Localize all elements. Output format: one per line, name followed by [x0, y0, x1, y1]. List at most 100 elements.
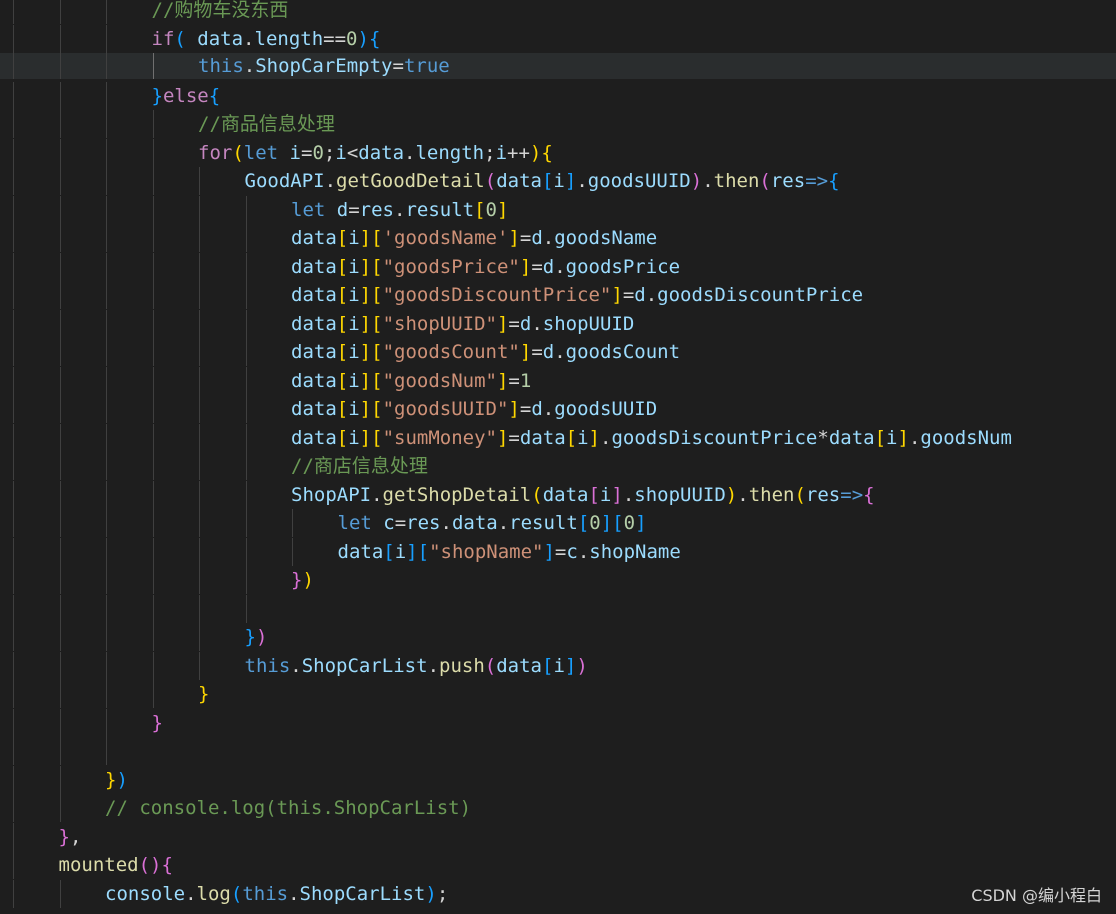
code-line[interactable]: data[i]["goodsCount"]=d.goodsCount	[0, 338, 1116, 366]
code-line[interactable]: data[i]["shopName"]=c.shopName	[0, 537, 1116, 566]
code-line[interactable]: ShopAPI.getShopDetail(data[i].shopUUID).…	[0, 480, 1116, 509]
code-line[interactable]: data[i]["sumMoney"]=data[i].goodsDiscoun…	[0, 423, 1116, 452]
indent-guide	[59, 452, 61, 480]
indent-guide	[199, 566, 200, 594]
indent-guide	[152, 224, 154, 252]
indent-guide	[152, 623, 154, 651]
code-token: i	[348, 227, 360, 249]
code-token: i	[348, 255, 360, 278]
code-token: =>	[840, 483, 864, 506]
indent-guide	[106, 24, 107, 53]
code-token: data	[291, 369, 337, 392]
code-token: }	[244, 626, 256, 648]
code-line[interactable]	[0, 737, 1116, 765]
code-token: ShopCarEmpty	[255, 55, 393, 77]
code-line-text: },	[59, 823, 82, 851]
indent-guide	[59, 281, 61, 309]
indent-guide	[245, 366, 247, 395]
indent-guide	[13, 81, 14, 110]
indent-guide	[13, 680, 14, 708]
code-line-text: let d=res.result[0]	[291, 196, 508, 224]
code-line[interactable]: })	[0, 566, 1116, 594]
code-token: (	[484, 654, 497, 677]
code-token: d	[519, 312, 532, 335]
code-line[interactable]: data[i]['goodsName']=d.goodsName	[0, 224, 1116, 252]
code-token: res	[805, 483, 841, 506]
code-token: )	[725, 483, 738, 506]
code-line[interactable]: }else{	[0, 81, 1116, 110]
code-line[interactable]: console.log(this.ShopCarList);	[0, 879, 1116, 908]
code-line[interactable]: })	[0, 623, 1116, 651]
code-token: [	[541, 170, 554, 192]
code-line-text: }	[152, 709, 163, 737]
indent-guide	[199, 252, 200, 281]
code-line[interactable]: let c=res.data.result[0][0]	[0, 509, 1116, 537]
code-editor[interactable]: //购物车没东西 if( data.length==0){this.ShopCar…	[0, 0, 1116, 914]
code-token: then	[713, 170, 760, 192]
indent-guide	[13, 110, 14, 138]
code-line[interactable]: GoodAPI.getGoodDetail(data[i].goodsUUID)…	[0, 167, 1116, 195]
code-line[interactable]: //商店信息处理	[0, 452, 1116, 480]
code-token: (	[759, 170, 771, 192]
code-token: i	[577, 426, 589, 449]
code-line[interactable]: }	[0, 708, 1116, 737]
code-token: //购物车没东西	[151, 0, 289, 21]
indent-guide	[59, 423, 61, 452]
indent-guide	[13, 737, 14, 765]
code-token: GoodAPI	[244, 170, 325, 192]
code-token: goodsNum	[920, 426, 1012, 449]
code-token: ]	[611, 483, 623, 506]
code-line[interactable]: })	[0, 765, 1116, 794]
code-line[interactable]: data[i]["goodsPrice"]=d.goodsPrice	[0, 252, 1116, 281]
code-token: i	[348, 341, 360, 363]
code-token: ]	[359, 341, 372, 363]
code-line[interactable]: data[i]["shopUUID"]=d.shopUUID	[0, 309, 1116, 338]
indent-guide	[245, 537, 247, 566]
code-line[interactable]: }	[0, 680, 1116, 708]
code-line[interactable]	[0, 594, 1116, 623]
code-token: ;	[436, 882, 449, 905]
indent-guide	[152, 423, 154, 452]
indent-guide	[59, 53, 61, 79]
code-token: goodsName	[554, 227, 658, 249]
code-line[interactable]: for(let i=0;i<data.length;i++){	[0, 138, 1116, 167]
code-line-text: console.log(this.ShopCarList);	[105, 880, 448, 908]
code-token: goodsUUID	[554, 398, 658, 420]
indent-guide	[152, 338, 154, 366]
code-token: i	[394, 540, 407, 563]
code-line[interactable]: },	[0, 822, 1116, 851]
code-line[interactable]: data[i]["goodsNum"]=1	[0, 366, 1116, 395]
code-token: .	[371, 483, 383, 506]
indent-guide	[199, 281, 200, 309]
indent-guide	[152, 53, 154, 79]
code-line[interactable]: let d=res.result[0]	[0, 195, 1116, 224]
code-line[interactable]: this.ShopCarEmpty=true	[0, 53, 1116, 79]
code-line[interactable]: if( data.length==0){	[0, 24, 1116, 53]
code-token: i	[553, 170, 565, 192]
code-line[interactable]: mounted(){	[0, 851, 1116, 879]
code-line[interactable]: this.ShopCarList.push(data[i])	[0, 651, 1116, 680]
code-line[interactable]: data[i]["goodsDiscountPrice"]=d.goodsDis…	[0, 281, 1116, 309]
code-token: ShopAPI	[291, 483, 372, 506]
code-token: data	[542, 483, 589, 506]
code-line-text: //商店信息处理	[291, 452, 428, 480]
code-line-text: data[i]["goodsDiscountPrice"]=d.goodsDis…	[291, 281, 863, 309]
code-token: ]	[564, 654, 577, 677]
indent-guide	[106, 594, 107, 623]
indent-guide	[59, 566, 61, 594]
code-token: =	[348, 198, 360, 221]
code-token: )	[576, 654, 588, 677]
code-token: data	[496, 170, 542, 192]
code-token: [	[383, 540, 395, 563]
code-token: .	[645, 284, 658, 306]
indent-guide	[59, 167, 61, 195]
code-token: ]	[508, 398, 520, 420]
code-line[interactable]: // console.log(this.ShopCarList)	[0, 794, 1116, 822]
code-line[interactable]: //商品信息处理	[0, 110, 1116, 138]
code-token: =	[519, 398, 532, 420]
indent-guide	[59, 366, 61, 395]
code-token: "sumMoney"	[382, 426, 497, 449]
code-line[interactable]: //购物车没东西	[0, 0, 1116, 24]
code-line[interactable]: data[i]["goodsUUID"]=d.goodsUUID	[0, 395, 1116, 423]
code-token: data	[291, 284, 337, 306]
